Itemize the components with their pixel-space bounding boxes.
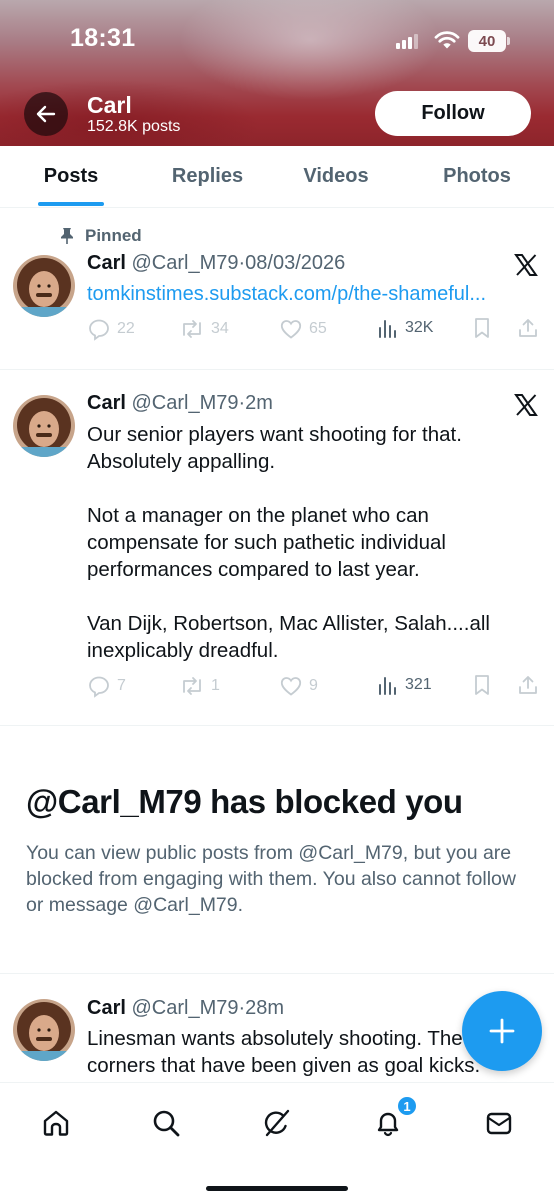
author-name: Carl	[87, 392, 126, 414]
repost-button[interactable]: 1	[179, 674, 220, 698]
post-actions: 22 34 65 32K	[87, 317, 542, 343]
tab-replies[interactable]: Replies	[160, 146, 255, 207]
post-text: Linesman wants absolutely shooting. The …	[87, 1027, 481, 1077]
post-time: 28m	[245, 997, 285, 1019]
post-author-line: Carl @Carl_M79·28m	[87, 997, 285, 1019]
avatar[interactable]	[13, 999, 75, 1061]
author-handle: @Carl_M79	[131, 997, 239, 1019]
views-icon	[379, 320, 396, 338]
heart-icon	[280, 320, 302, 339]
post-time: 2m	[245, 392, 273, 414]
post-paragraph: Van Dijk, Robertson, Mac Allister, Salah…	[87, 612, 490, 662]
back-button[interactable]	[24, 92, 68, 136]
like-button[interactable]: 65	[279, 317, 327, 341]
pinned-label: Pinned	[58, 226, 142, 246]
pin-icon	[61, 228, 73, 244]
wifi-icon	[434, 31, 460, 49]
blocked-title: @Carl_M79 has blocked you	[26, 783, 463, 820]
reply-button[interactable]: 22	[87, 317, 135, 341]
share-icon	[519, 319, 537, 337]
nav-grok[interactable]	[255, 1101, 299, 1145]
blocked-description: You can view public posts from @Carl_M79…	[26, 842, 516, 916]
author-handle: @Carl_M79	[131, 392, 239, 414]
bookmark-button[interactable]	[472, 674, 492, 696]
reply-icon	[89, 676, 109, 698]
post-paragraph: Our senior players want shooting for tha…	[87, 423, 462, 473]
repost-button[interactable]: 34	[179, 317, 229, 341]
compose-button[interactable]	[462, 991, 542, 1071]
profile-tabs: Posts Replies Videos Photos	[0, 146, 554, 208]
x-logo-icon	[514, 394, 538, 416]
x-logo-icon	[514, 254, 538, 276]
author-name: Carl	[87, 252, 126, 274]
heart-icon	[280, 677, 302, 696]
search-icon	[153, 1110, 180, 1137]
cellular-signal-icon	[396, 33, 422, 49]
post-count: 152.8K posts	[87, 118, 181, 135]
post-text: Our senior players want shooting for tha…	[87, 421, 527, 664]
avatar[interactable]	[13, 395, 75, 457]
bookmark-button[interactable]	[472, 317, 492, 339]
nav-home[interactable]	[34, 1101, 78, 1145]
grok-icon	[264, 1109, 290, 1137]
notification-badge: 1	[396, 1095, 418, 1117]
reply-button[interactable]: 7	[87, 674, 126, 698]
profile-name: Carl	[87, 92, 132, 118]
nav-messages[interactable]	[477, 1101, 521, 1145]
status-time: 18:31	[70, 24, 136, 52]
author-handle: @Carl_M79	[131, 252, 239, 274]
reply-icon	[89, 319, 109, 341]
share-button[interactable]	[517, 317, 539, 339]
views-button[interactable]: 32K	[377, 317, 433, 339]
nav-search[interactable]	[144, 1101, 188, 1145]
post-time: 08/03/2026	[245, 252, 346, 274]
profile-header: 18:31 40 Carl 152.8K posts Follow	[0, 0, 554, 146]
tab-videos[interactable]: Videos	[290, 146, 382, 207]
tab-posts[interactable]: Posts	[26, 146, 116, 207]
arrow-left-icon	[36, 105, 56, 123]
views-icon	[379, 677, 396, 695]
battery-icon: 40	[468, 30, 506, 52]
share-button[interactable]	[517, 674, 539, 696]
avatar[interactable]	[13, 255, 75, 317]
home-icon	[43, 1110, 69, 1136]
bottom-navigation: 1	[0, 1082, 554, 1200]
repost-icon	[183, 320, 201, 338]
tab-photos[interactable]: Photos	[430, 146, 524, 207]
views-button[interactable]: 321	[377, 674, 432, 696]
messages-icon	[486, 1112, 512, 1135]
active-tab-indicator	[38, 202, 104, 206]
bookmark-icon	[475, 675, 489, 695]
post-actions: 7 1 9 321	[87, 674, 542, 700]
repost-icon	[183, 677, 201, 695]
follow-button[interactable]: Follow	[375, 91, 531, 136]
like-button[interactable]: 9	[279, 674, 318, 698]
post-paragraph: Not a manager on the planet who can comp…	[87, 504, 446, 581]
share-icon	[519, 676, 537, 694]
post-link[interactable]: tomkinstimes.substack.com/p/the-shameful…	[87, 283, 486, 306]
author-name: Carl	[87, 997, 126, 1019]
post-author-line: Carl @Carl_M79·08/03/2026	[87, 252, 346, 274]
post-author-line: Carl @Carl_M79·2m	[87, 392, 273, 414]
bookmark-icon	[475, 318, 489, 338]
plus-icon	[489, 1018, 515, 1044]
home-indicator	[206, 1186, 348, 1191]
